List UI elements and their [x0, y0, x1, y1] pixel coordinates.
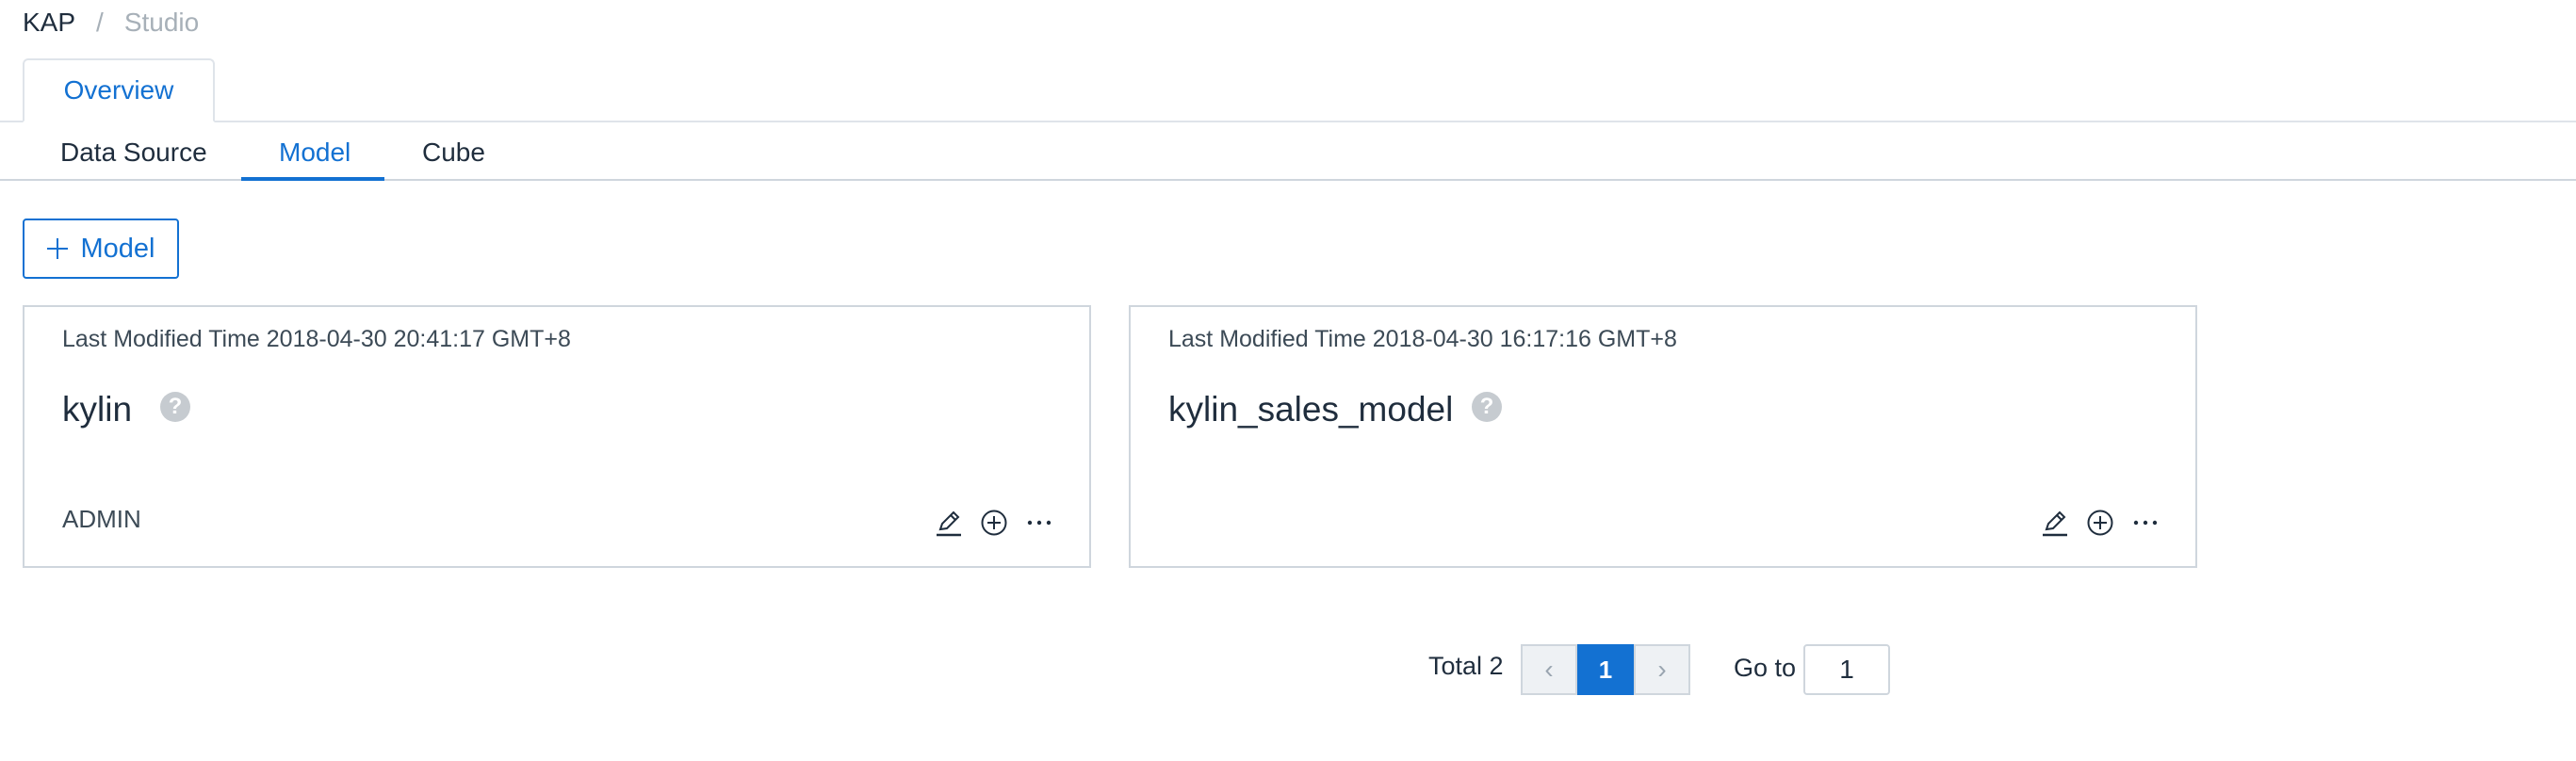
last-modified-time: Last Modified Time 2018-04-30 20:41:17 G… — [62, 326, 571, 352]
sub-tabs-divider — [0, 179, 2576, 181]
chevron-left-icon[interactable]: ‹ — [1521, 644, 1577, 695]
active-tab-indicator — [241, 177, 384, 181]
question-icon[interactable]: ? — [160, 392, 190, 422]
breadcrumb-current: Studio — [123, 8, 200, 37]
question-icon[interactable]: ? — [1472, 392, 1502, 422]
breadcrumb-root[interactable]: KAP — [23, 6, 75, 40]
app-root: KAP / Studio Overview Data Source Model … — [0, 0, 2576, 761]
add-model-button[interactable]: Model — [23, 219, 179, 279]
model-owner: ADMIN — [62, 505, 141, 533]
edit-pencil-icon[interactable] — [2039, 507, 2071, 539]
plus-icon — [46, 238, 68, 259]
top-tabs-divider — [0, 121, 2576, 122]
card-actions — [933, 507, 1055, 539]
breadcrumb-separator: / — [96, 8, 104, 37]
pagination-page-current[interactable]: 1 — [1577, 644, 1634, 695]
add-model-label: Model — [80, 233, 155, 264]
goto-page-input[interactable] — [1803, 644, 1890, 695]
goto-label: Go to — [1734, 654, 1797, 682]
card-actions — [2039, 507, 2161, 539]
edit-pencil-icon[interactable] — [933, 507, 965, 539]
add-circle-icon[interactable] — [2084, 507, 2116, 539]
tab-model[interactable]: Model — [279, 134, 351, 179]
model-card[interactable]: Last Modified Time 2018-04-30 20:41:17 G… — [23, 305, 1091, 568]
model-name[interactable]: kylin — [62, 390, 132, 429]
model-name[interactable]: kylin_sales_model — [1168, 390, 1453, 429]
add-circle-icon[interactable] — [978, 507, 1010, 539]
pagination-total: Total 2 — [1428, 652, 1504, 680]
tab-overview[interactable]: Overview — [23, 58, 215, 122]
model-card[interactable]: Last Modified Time 2018-04-30 16:17:16 G… — [1129, 305, 2197, 568]
chevron-right-icon[interactable]: › — [1634, 644, 1690, 695]
more-ellipsis-icon[interactable] — [2129, 507, 2161, 539]
last-modified-time: Last Modified Time 2018-04-30 16:17:16 G… — [1168, 326, 1677, 352]
breadcrumb: KAP / Studio — [23, 6, 199, 40]
tab-cube[interactable]: Cube — [422, 134, 485, 179]
tab-data-source[interactable]: Data Source — [60, 134, 207, 179]
more-ellipsis-icon[interactable] — [1023, 507, 1055, 539]
